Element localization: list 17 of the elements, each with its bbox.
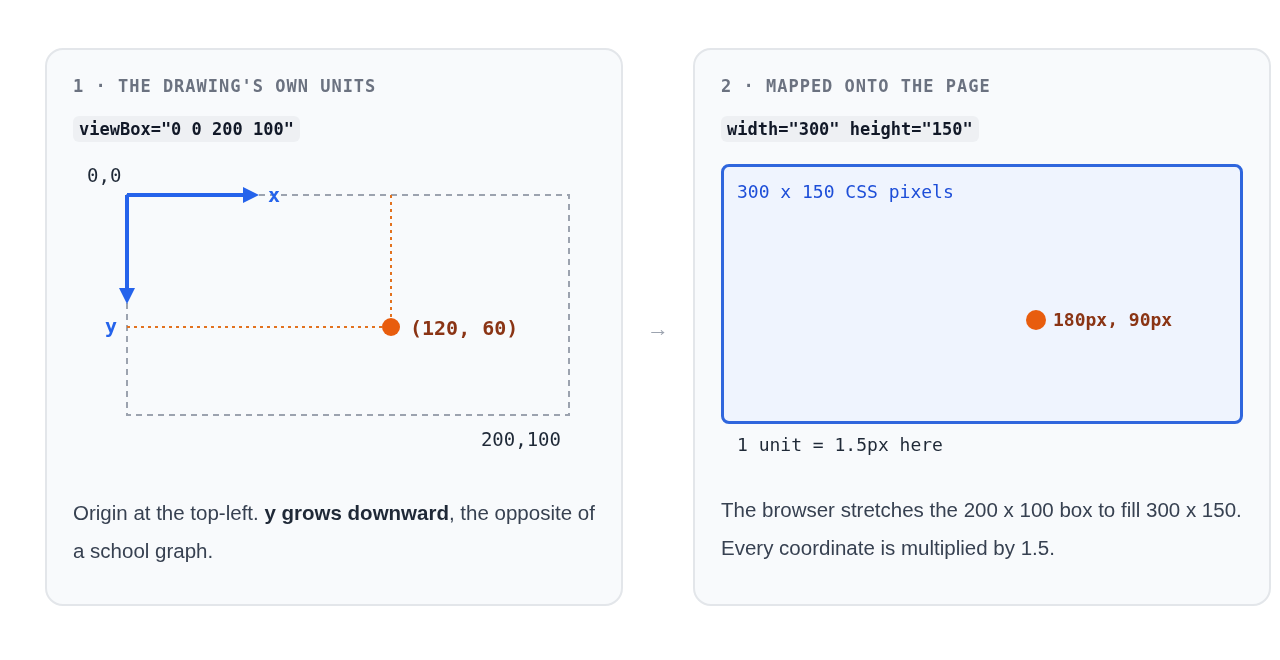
code-snippet: width="300" height="150" <box>721 116 979 142</box>
point-label: (120, 60) <box>410 316 519 340</box>
origin-label: 0,0 <box>87 164 122 186</box>
code-snippet: viewBox="0 0 200 100" <box>73 116 300 142</box>
panel-description: Origin at the top-left. y grows downward, the opposite of a school graph. <box>73 500 595 564</box>
panel-title: 2 · MAPPED ONTO THE PAGE <box>721 76 991 96</box>
connector-arrow: → <box>646 316 670 342</box>
point-marker <box>1026 310 1046 330</box>
box-label: 300 x 150 CSS pixels <box>737 181 954 202</box>
corner-label: 200,100 <box>480 428 561 450</box>
y-axis-label: y <box>105 314 118 338</box>
panel-title: 1 · THE DRAWING'S OWN UNITS <box>73 76 377 96</box>
scale-caption: 1 unit = 1.5px here <box>737 434 943 455</box>
x-axis-label: x <box>268 183 281 207</box>
point-label: 180px, 90px <box>1053 309 1173 330</box>
point-marker <box>382 318 400 336</box>
panel-description: The browser stretches the 200 x 100 box to fill 300 x 150. Every coordinate is multiplied by 1.5. <box>721 497 1243 561</box>
